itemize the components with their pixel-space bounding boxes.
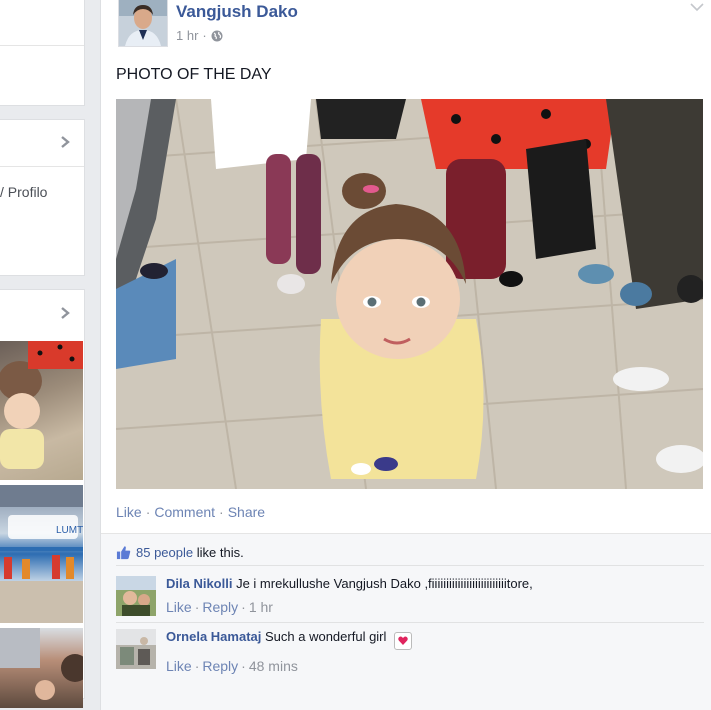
like-suffix: like this.: [196, 545, 244, 560]
like-link[interactable]: Like: [116, 504, 142, 520]
comment-like-link[interactable]: Like: [166, 658, 192, 674]
photo-thumbnail[interactable]: LUMT: [0, 485, 83, 623]
comment-link[interactable]: Comment: [154, 504, 215, 520]
sidebar-box-top: [0, 0, 85, 106]
comment-actions: Like · Reply · 1 hr: [166, 599, 706, 615]
author-avatar[interactable]: [118, 0, 168, 47]
commenter-name[interactable]: Dila Nikolli: [166, 576, 232, 591]
separator: ·: [194, 599, 200, 615]
chevron-right-icon[interactable]: [58, 135, 72, 149]
divider: [0, 45, 84, 46]
comment-reply-link[interactable]: Reply: [202, 658, 238, 674]
comment-time[interactable]: 1 hr: [249, 599, 273, 615]
sidebar-box-photos: LUMT: [0, 289, 85, 708]
profile-link[interactable]: / Profilo: [0, 184, 47, 200]
post-actions: Like · Comment · Share: [116, 504, 265, 520]
like-summary: 85 people like this.: [116, 545, 244, 560]
photo-thumbnail[interactable]: [0, 341, 83, 480]
left-column: / Profilo LUMT: [0, 0, 86, 708]
share-link[interactable]: Share: [228, 504, 265, 520]
divider: [0, 166, 84, 167]
divider: [116, 565, 704, 566]
comment-like-link[interactable]: Like: [166, 599, 192, 615]
comment-body: Ornela Hamataj Such a wonderful girl Lik…: [166, 629, 706, 674]
svg-text:LUMT: LUMT: [56, 525, 83, 536]
author-name[interactable]: Vangjush Dako: [176, 2, 298, 22]
separator: ·: [194, 658, 200, 674]
comment-time[interactable]: 48 mins: [249, 658, 298, 674]
post-photo[interactable]: [116, 99, 703, 489]
photo-thumbnail[interactable]: [0, 628, 83, 708]
commenter-name[interactable]: Ornela Hamataj: [166, 629, 261, 644]
feed-post: Vangjush Dako 1 hr · PHOTO OF THE DAY Li…: [100, 0, 711, 710]
chevron-right-icon[interactable]: [58, 306, 72, 320]
globe-icon: [211, 30, 223, 41]
separator: ·: [219, 504, 224, 520]
divider: [116, 622, 704, 623]
heart-emoji-icon: [394, 632, 413, 650]
sidebar-box-profile: / Profilo: [0, 119, 85, 276]
post-timestamp[interactable]: 1 hr: [176, 28, 198, 43]
thumbs-up-icon: [116, 546, 131, 560]
like-count[interactable]: 85 people: [136, 545, 193, 560]
commenter-avatar[interactable]: [116, 629, 156, 669]
comments-section: 85 people like this. Dila Nikolli Je i m…: [101, 533, 711, 710]
commenter-avatar[interactable]: [116, 576, 156, 616]
comment-reply-link[interactable]: Reply: [202, 599, 238, 615]
comment-text: Je i mrekullushe Vangjush Dako ,fiiiiiii…: [236, 576, 533, 591]
meta-separator: ·: [202, 28, 207, 43]
comment-actions: Like · Reply · 48 mins: [166, 658, 706, 674]
separator: ·: [241, 599, 246, 615]
post-meta: 1 hr ·: [176, 28, 223, 43]
comment-body: Dila Nikolli Je i mrekullushe Vangjush D…: [166, 576, 706, 615]
comment-text: Such a wonderful girl: [265, 629, 387, 644]
separator: ·: [241, 658, 246, 674]
post-caption: PHOTO OF THE DAY: [116, 66, 272, 83]
separator: ·: [145, 504, 151, 520]
chevron-down-icon[interactable]: [690, 2, 704, 12]
